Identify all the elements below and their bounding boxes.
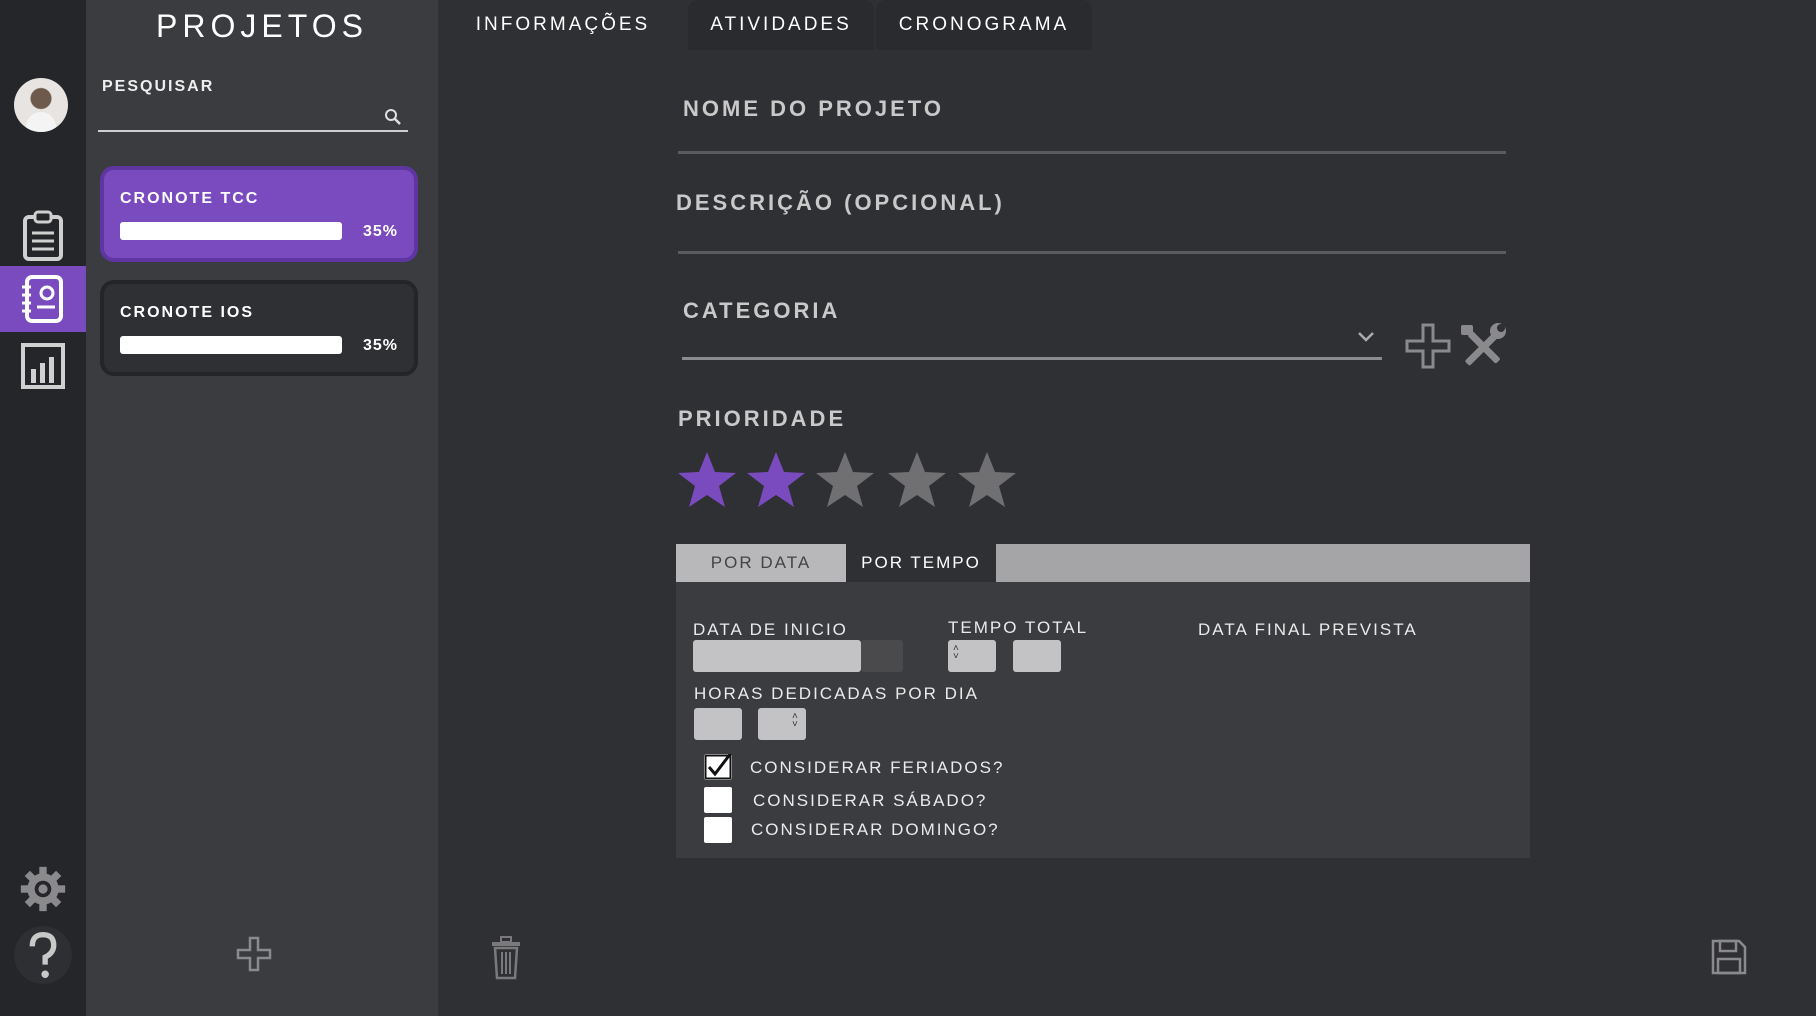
description-label: DESCRIÇÃO (OPCIONAL) [676, 190, 1005, 215]
priority-star-icon[interactable] [956, 450, 1018, 510]
project-card-title: CRONOTE TCC [120, 190, 260, 207]
help-icon [14, 926, 72, 984]
project-card[interactable]: CRONOTE IOS 35% [100, 280, 418, 376]
priority-label: PRIORIDADE [678, 406, 847, 431]
bar-chart-icon [21, 343, 65, 389]
icon-rail [0, 0, 86, 1016]
chevron-down-icon[interactable] [1356, 330, 1376, 344]
tab-row: INFORMAÇÕES ATIVIDADES CRONOGRAMA [438, 0, 1816, 50]
stepper-arrows-icon: ˄ ˅ [953, 643, 959, 662]
save-icon[interactable] [1710, 938, 1748, 976]
tab-por-tempo[interactable]: POR TEMPO [846, 544, 996, 582]
date-picker-button[interactable] [861, 640, 903, 672]
schedule-panel: DATA DE INICIO TEMPO TOTAL ˄ ˅ DATA FINAL… [676, 582, 1530, 858]
checkbox-sabado-label: CONSIDERAR SÁBADO? [753, 791, 988, 810]
total-time-stepper[interactable]: ˄ ˅ [948, 640, 996, 672]
search-icon[interactable] [384, 108, 402, 126]
hours-per-day-label: HORAS DEDICADAS POR DIA [694, 684, 979, 703]
checkbox-domingo[interactable] [704, 817, 732, 843]
category-label: CATEGORIA [683, 298, 841, 323]
rail-clipboard-button[interactable] [0, 202, 86, 268]
project-name-input[interactable] [678, 151, 1506, 154]
project-progress-bar [120, 336, 342, 354]
priority-star-icon[interactable] [745, 450, 807, 510]
project-progress-percent: 35% [362, 337, 398, 354]
rail-projects-button[interactable] [0, 266, 86, 332]
start-date-input[interactable] [693, 640, 861, 672]
priority-star-icon[interactable] [886, 450, 948, 510]
projects-title: PROJETOS [156, 8, 368, 44]
tools-icon[interactable] [1458, 322, 1508, 372]
trash-icon[interactable] [490, 936, 522, 980]
clipboard-icon [23, 210, 63, 261]
minutes-stepper[interactable]: ˄ ˅ [758, 708, 806, 740]
project-card[interactable]: CRONOTE TCC 35% [100, 166, 418, 262]
search-field [98, 100, 408, 132]
checkmark-icon [704, 752, 733, 780]
total-time-unit-input[interactable] [1013, 640, 1061, 672]
search-label: PESQUISAR [102, 78, 215, 95]
project-progress-bar [120, 222, 342, 240]
total-time-label: TEMPO TOTAL [948, 618, 1089, 637]
description-input[interactable] [678, 251, 1506, 254]
checkbox-domingo-label: CONSIDERAR DOMINGO? [751, 820, 1000, 839]
stepper-arrows-icon: ˄ ˅ [792, 711, 798, 730]
app-window: PROJETOS PESQUISAR CRONOTE TCC 35% CRONO… [0, 0, 1816, 1016]
checkbox-feriados[interactable] [704, 752, 733, 780]
checkbox-feriados-label: CONSIDERAR FERIADOS? [750, 758, 1005, 777]
search-input[interactable] [98, 100, 368, 128]
priority-star-icon[interactable] [814, 450, 876, 510]
priority-star-icon[interactable] [676, 450, 738, 510]
tab-informacoes[interactable]: INFORMAÇÕES [438, 0, 688, 50]
start-date-label: DATA DE INICIO [693, 620, 848, 639]
add-project-plus-icon[interactable] [234, 934, 274, 974]
category-select[interactable] [682, 357, 1382, 360]
project-name-label: NOME DO PROJETO [683, 96, 944, 121]
project-notebook-icon [22, 275, 63, 323]
add-category-plus-icon[interactable] [1404, 322, 1452, 370]
rail-help-button[interactable] [0, 922, 86, 988]
tab-cronograma[interactable]: CRONOGRAMA [876, 0, 1092, 50]
checkbox-sabado[interactable] [704, 787, 732, 813]
project-progress-percent: 35% [362, 223, 398, 240]
project-card-title: CRONOTE IOS [120, 304, 255, 321]
user-avatar[interactable] [14, 78, 68, 132]
final-date-label: DATA FINAL PREVISTA [1198, 620, 1418, 639]
gear-icon [20, 866, 66, 912]
projects-panel: PROJETOS PESQUISAR CRONOTE TCC 35% CRONO… [86, 0, 438, 1016]
rail-settings-button[interactable] [0, 856, 86, 922]
rail-reports-button[interactable] [0, 334, 86, 400]
tab-atividades[interactable]: ATIVIDADES [688, 0, 874, 50]
tab-por-data[interactable]: POR DATA [676, 544, 846, 582]
hours-input[interactable] [694, 708, 742, 740]
schedule-mode-tabs: POR DATA POR TEMPO [676, 544, 1530, 582]
